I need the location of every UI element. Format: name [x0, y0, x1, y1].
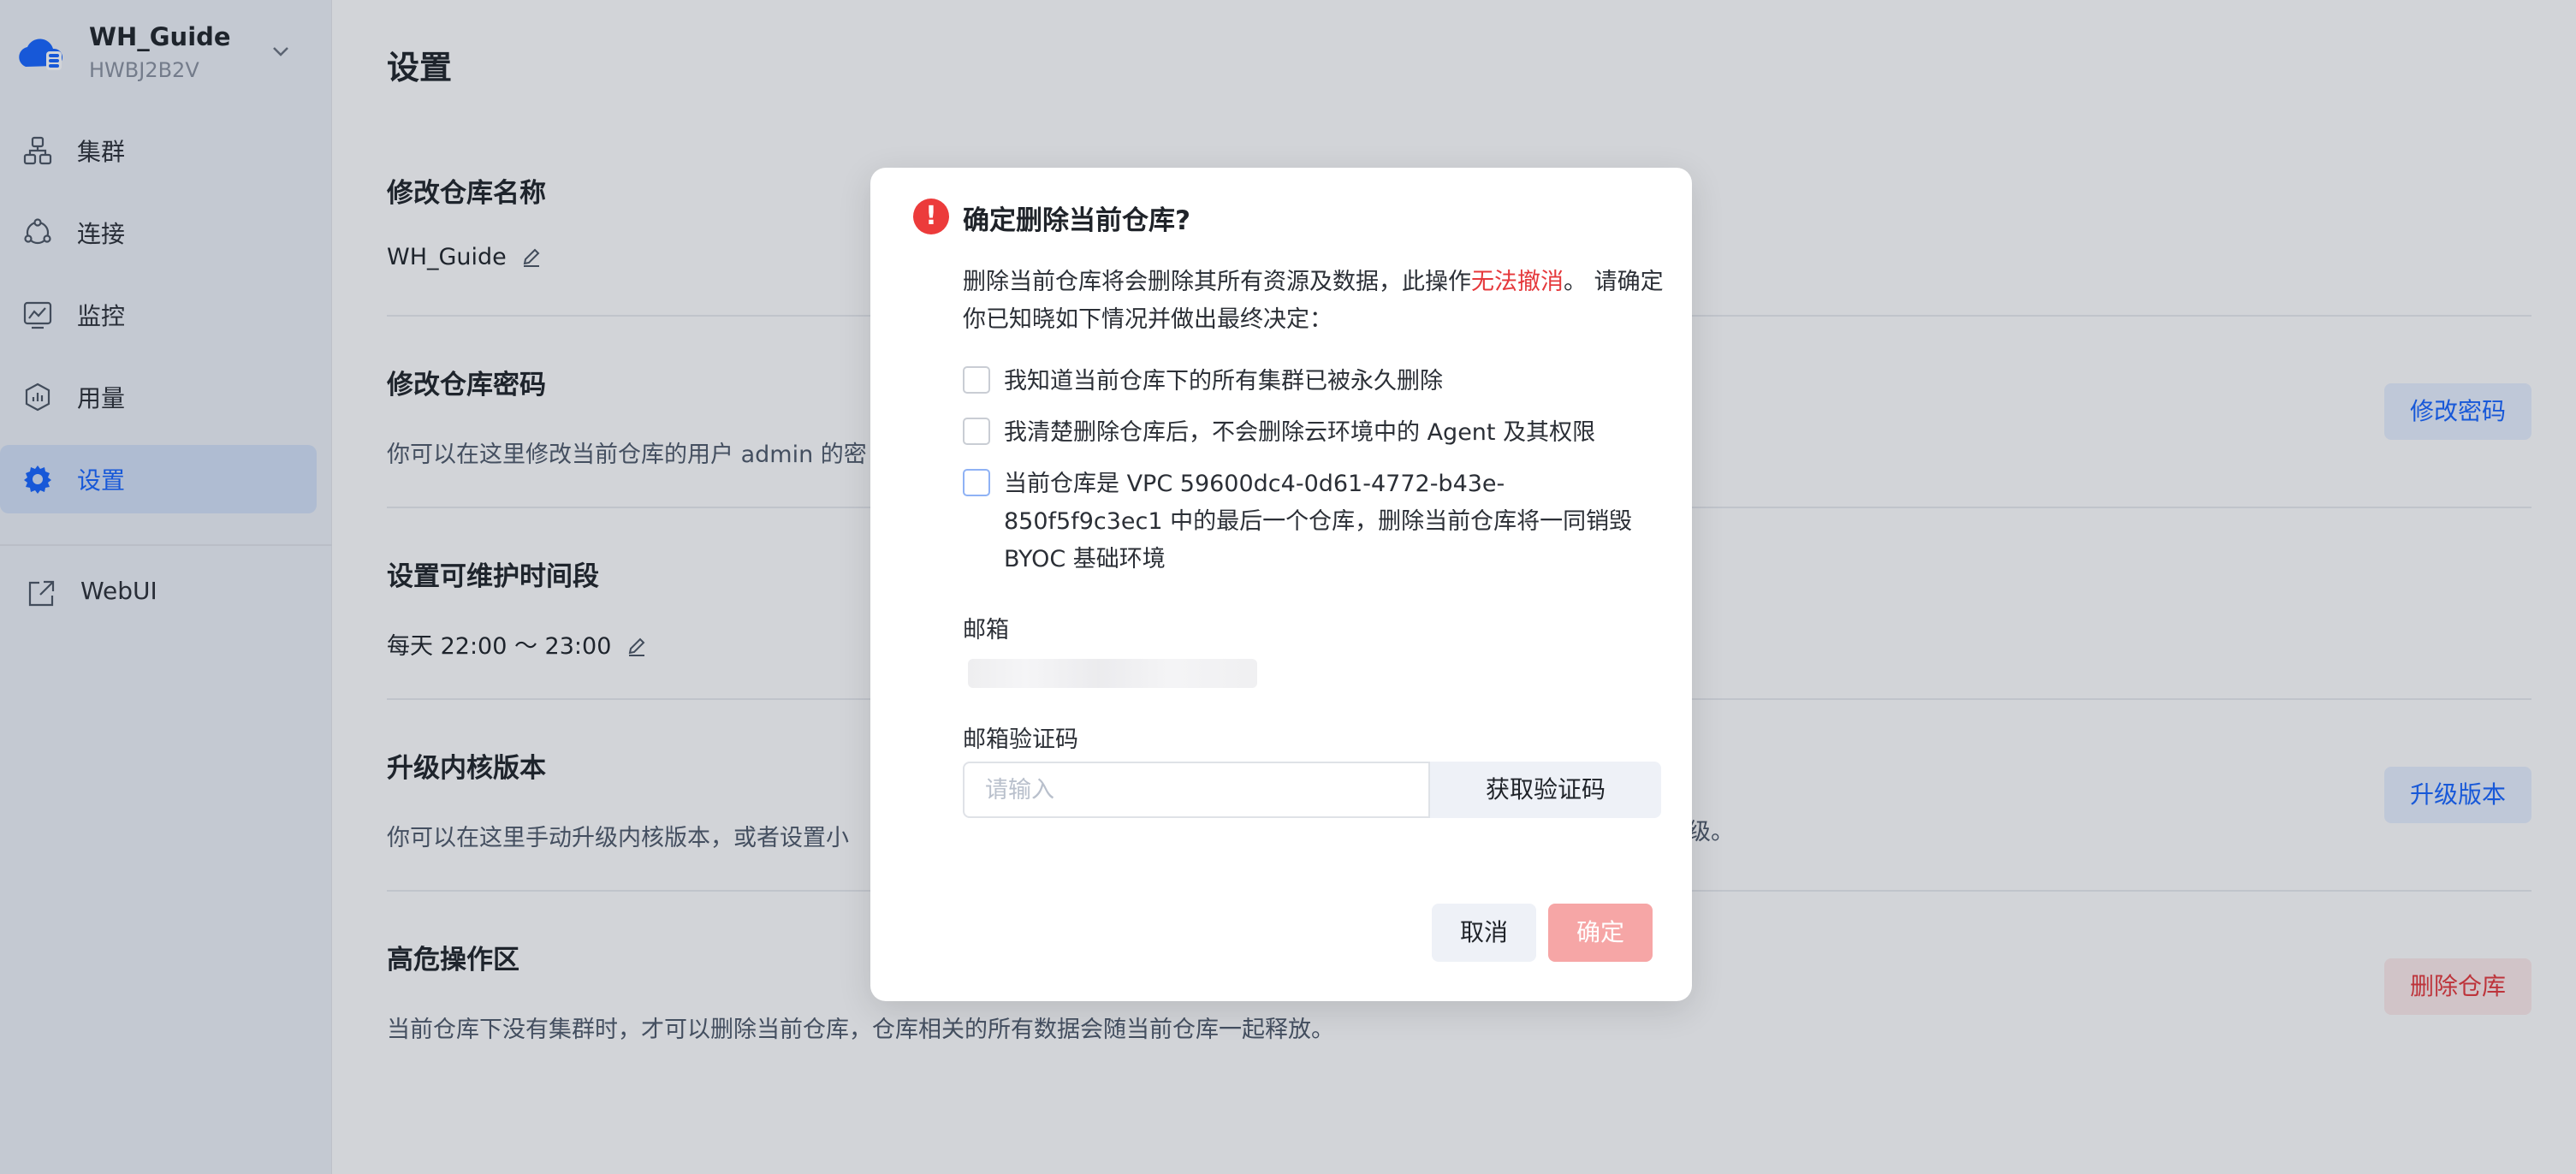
dialog-title: 确定删除当前仓库?: [963, 205, 1190, 236]
warning-icon: !: [913, 199, 949, 234]
dialog-description: 删除当前仓库将会删除其所有资源及数据，此操作无法撤消。 请确定你已知晓如下情况并…: [963, 264, 1665, 339]
confirm-button[interactable]: 确定: [1548, 904, 1653, 962]
desc-text: 删除当前仓库将会删除其所有资源及数据，此操作: [963, 269, 1471, 295]
cancel-button[interactable]: 取消: [1432, 904, 1536, 962]
checkbox-label: 我知道当前仓库下的所有集群已被永久删除: [1004, 368, 1443, 394]
email-value-redacted: [968, 659, 1257, 688]
checkbox[interactable]: [963, 469, 990, 496]
confirm-checkbox-clusters[interactable]: 我知道当前仓库下的所有集群已被永久删除: [963, 363, 1665, 400]
email-label: 邮箱: [963, 617, 1009, 643]
delete-warehouse-dialog: ! 确定删除当前仓库? 删除当前仓库将会删除其所有资源及数据，此操作无法撤消。 …: [870, 168, 1692, 1001]
get-code-button[interactable]: 获取验证码: [1430, 762, 1661, 818]
code-label: 邮箱验证码: [963, 726, 1078, 753]
checkbox-label: 我清楚删除仓库后，不会删除云环境中的 Agent 及其权限: [1004, 419, 1596, 446]
checkbox[interactable]: [963, 366, 990, 394]
confirm-checkbox-agent[interactable]: 我清楚删除仓库后，不会删除云环境中的 Agent 及其权限: [963, 414, 1665, 452]
checkbox[interactable]: [963, 418, 990, 445]
verification-code-input[interactable]: [963, 762, 1430, 818]
checkbox-label: 当前仓库是 VPC 59600dc4-0d61-4772-b43e-850f5f…: [1004, 471, 1633, 572]
desc-danger-text: 无法撤消: [1471, 269, 1564, 295]
confirm-checkbox-byoc[interactable]: 当前仓库是 VPC 59600dc4-0d61-4772-b43e-850f5f…: [963, 465, 1665, 578]
